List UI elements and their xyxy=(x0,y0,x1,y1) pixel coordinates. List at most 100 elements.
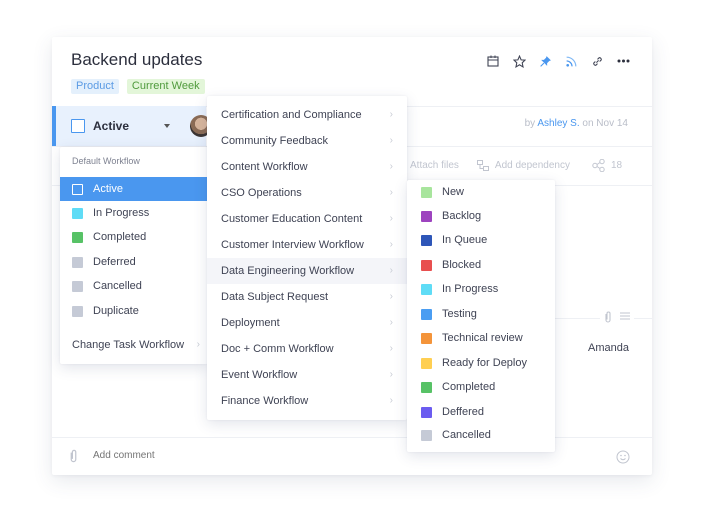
rss-icon[interactable] xyxy=(564,54,578,68)
tag-product[interactable]: Product xyxy=(71,79,119,94)
more-icon[interactable] xyxy=(616,54,630,68)
chevron-right-icon: › xyxy=(389,187,393,198)
status-option-label: Duplicate xyxy=(93,305,139,317)
change-task-workflow-item[interactable]: Change Task Workflow › xyxy=(60,333,208,357)
status-swatch xyxy=(421,406,432,418)
status-swatch xyxy=(421,308,432,320)
comment-input[interactable] xyxy=(93,450,393,461)
status-option-label: Cancelled xyxy=(93,280,142,292)
calendar-icon[interactable] xyxy=(486,54,500,68)
status-checkbox[interactable] xyxy=(71,119,85,133)
workflow-option[interactable]: Deployment › xyxy=(207,310,407,336)
chevron-right-icon: › xyxy=(389,369,393,380)
workflow-option-label: Community Feedback xyxy=(221,135,328,147)
paperclip-icon[interactable] xyxy=(69,449,78,468)
comment-bar xyxy=(52,437,652,475)
status-swatch xyxy=(72,305,83,317)
substatus-option-label: In Queue xyxy=(442,234,488,246)
list-icons xyxy=(600,311,634,323)
substatus-option[interactable]: Testing xyxy=(407,302,555,326)
workflow-option-label: Doc + Comm Workflow xyxy=(221,343,334,355)
chevron-right-icon: › xyxy=(389,395,393,406)
share-count: 18 xyxy=(611,160,623,171)
dependency-icon xyxy=(476,160,489,171)
substatus-option-label: Deffered xyxy=(442,406,484,418)
status-option-label: Deferred xyxy=(93,256,136,268)
substatus-option[interactable]: Cancelled xyxy=(407,423,555,447)
emoji-icon[interactable] xyxy=(616,450,630,469)
workflow-option-label: Certification and Compliance xyxy=(221,109,362,121)
status-swatch xyxy=(421,210,432,222)
workflow-option-label: Deployment xyxy=(221,317,280,329)
add-dependency-button[interactable]: Add dependency xyxy=(476,160,570,171)
link-icon[interactable] xyxy=(590,54,604,68)
tag-current-week[interactable]: Current Week xyxy=(126,79,205,94)
status-option-completed[interactable]: Completed xyxy=(60,225,208,249)
workflow-option-label: Event Workflow xyxy=(221,369,298,381)
status-swatch xyxy=(72,183,83,195)
workflow-option[interactable]: Customer Interview Workflow › xyxy=(207,232,407,258)
status-option-in-progress[interactable]: In Progress xyxy=(60,201,208,225)
chevron-right-icon: › xyxy=(389,135,393,146)
substatus-option-label: Blocked xyxy=(442,259,482,271)
list-icon[interactable] xyxy=(620,311,630,321)
pin-icon[interactable] xyxy=(538,54,552,68)
status-option-active[interactable]: Active xyxy=(60,177,208,201)
substatus-option[interactable]: Completed xyxy=(407,375,555,399)
author-info: by Ashley S. on Nov 14 xyxy=(525,118,628,129)
substatus-option-label: Testing xyxy=(442,308,477,320)
workflow-option[interactable]: Customer Education Content › xyxy=(207,206,407,232)
workflow-option-hovered[interactable]: Data Engineering Workflow › xyxy=(207,258,407,284)
workflow-option[interactable]: Finance Workflow › xyxy=(207,388,407,414)
workflow-option[interactable]: Certification and Compliance › xyxy=(207,102,407,128)
workflow-option-label: Data Subject Request xyxy=(221,291,329,303)
substatus-option[interactable]: Ready for Deploy xyxy=(407,351,555,375)
status-swatch xyxy=(72,231,83,243)
substatus-option[interactable]: Blocked xyxy=(407,253,555,277)
change-workflow-label: Change Task Workflow xyxy=(72,339,185,351)
paperclip-icon[interactable] xyxy=(604,311,612,323)
workflow-option[interactable]: Community Feedback › xyxy=(207,128,407,154)
workflow-option[interactable]: Event Workflow › xyxy=(207,362,407,388)
chevron-right-icon: › xyxy=(389,265,393,276)
workflow-option[interactable]: Content Workflow › xyxy=(207,154,407,180)
substatus-option[interactable]: Backlog xyxy=(407,204,555,228)
star-icon[interactable] xyxy=(512,54,526,68)
status-label: Active xyxy=(93,119,130,133)
workflow-option-label: Customer Education Content xyxy=(221,213,363,225)
assignee-name: Amanda xyxy=(588,342,629,354)
workflow-option-label: Customer Interview Workflow xyxy=(221,239,364,251)
author-prefix: by xyxy=(524,118,536,129)
status-option-deferred[interactable]: Deferred xyxy=(60,250,208,274)
workflow-option[interactable]: Data Subject Request › xyxy=(207,284,407,310)
status-swatch xyxy=(421,357,432,369)
workflow-option-label: Data Engineering Workflow xyxy=(221,265,355,277)
workflow-option-label: CSO Operations xyxy=(221,187,302,199)
share-button[interactable]: 18 xyxy=(592,159,622,172)
workflow-option-label: Content Workflow xyxy=(221,161,308,173)
attach-files-button[interactable]: Attach files xyxy=(410,160,459,171)
substatus-option[interactable]: Deffered xyxy=(407,400,555,424)
substatus-option[interactable]: Technical review xyxy=(407,326,555,350)
status-dropdown[interactable]: Active xyxy=(52,106,206,146)
author-name[interactable]: Ashley S. xyxy=(537,118,579,129)
status-swatch xyxy=(72,256,83,268)
status-option-cancelled[interactable]: Cancelled xyxy=(60,274,208,298)
workflow-option[interactable]: CSO Operations › xyxy=(207,180,407,206)
workflow-option[interactable]: Doc + Comm Workflow › xyxy=(207,336,407,362)
status-swatch xyxy=(421,381,432,393)
task-toolbar xyxy=(486,54,630,68)
substatus-option[interactable]: New xyxy=(407,180,555,204)
substatus-option[interactable]: In Progress xyxy=(407,277,555,301)
tag-list: Product Current Week xyxy=(71,79,205,94)
chevron-right-icon: › xyxy=(389,109,393,120)
substatus-option[interactable]: In Queue xyxy=(407,228,555,252)
status-option-label: Active xyxy=(93,183,123,195)
status-swatch xyxy=(72,207,83,219)
substatus-option-label: New xyxy=(442,186,465,198)
task-title[interactable]: Backend updates xyxy=(71,50,202,70)
chevron-right-icon: › xyxy=(389,343,393,354)
status-swatch xyxy=(421,186,432,198)
status-swatch xyxy=(421,234,432,246)
status-option-duplicate[interactable]: Duplicate xyxy=(60,299,208,323)
